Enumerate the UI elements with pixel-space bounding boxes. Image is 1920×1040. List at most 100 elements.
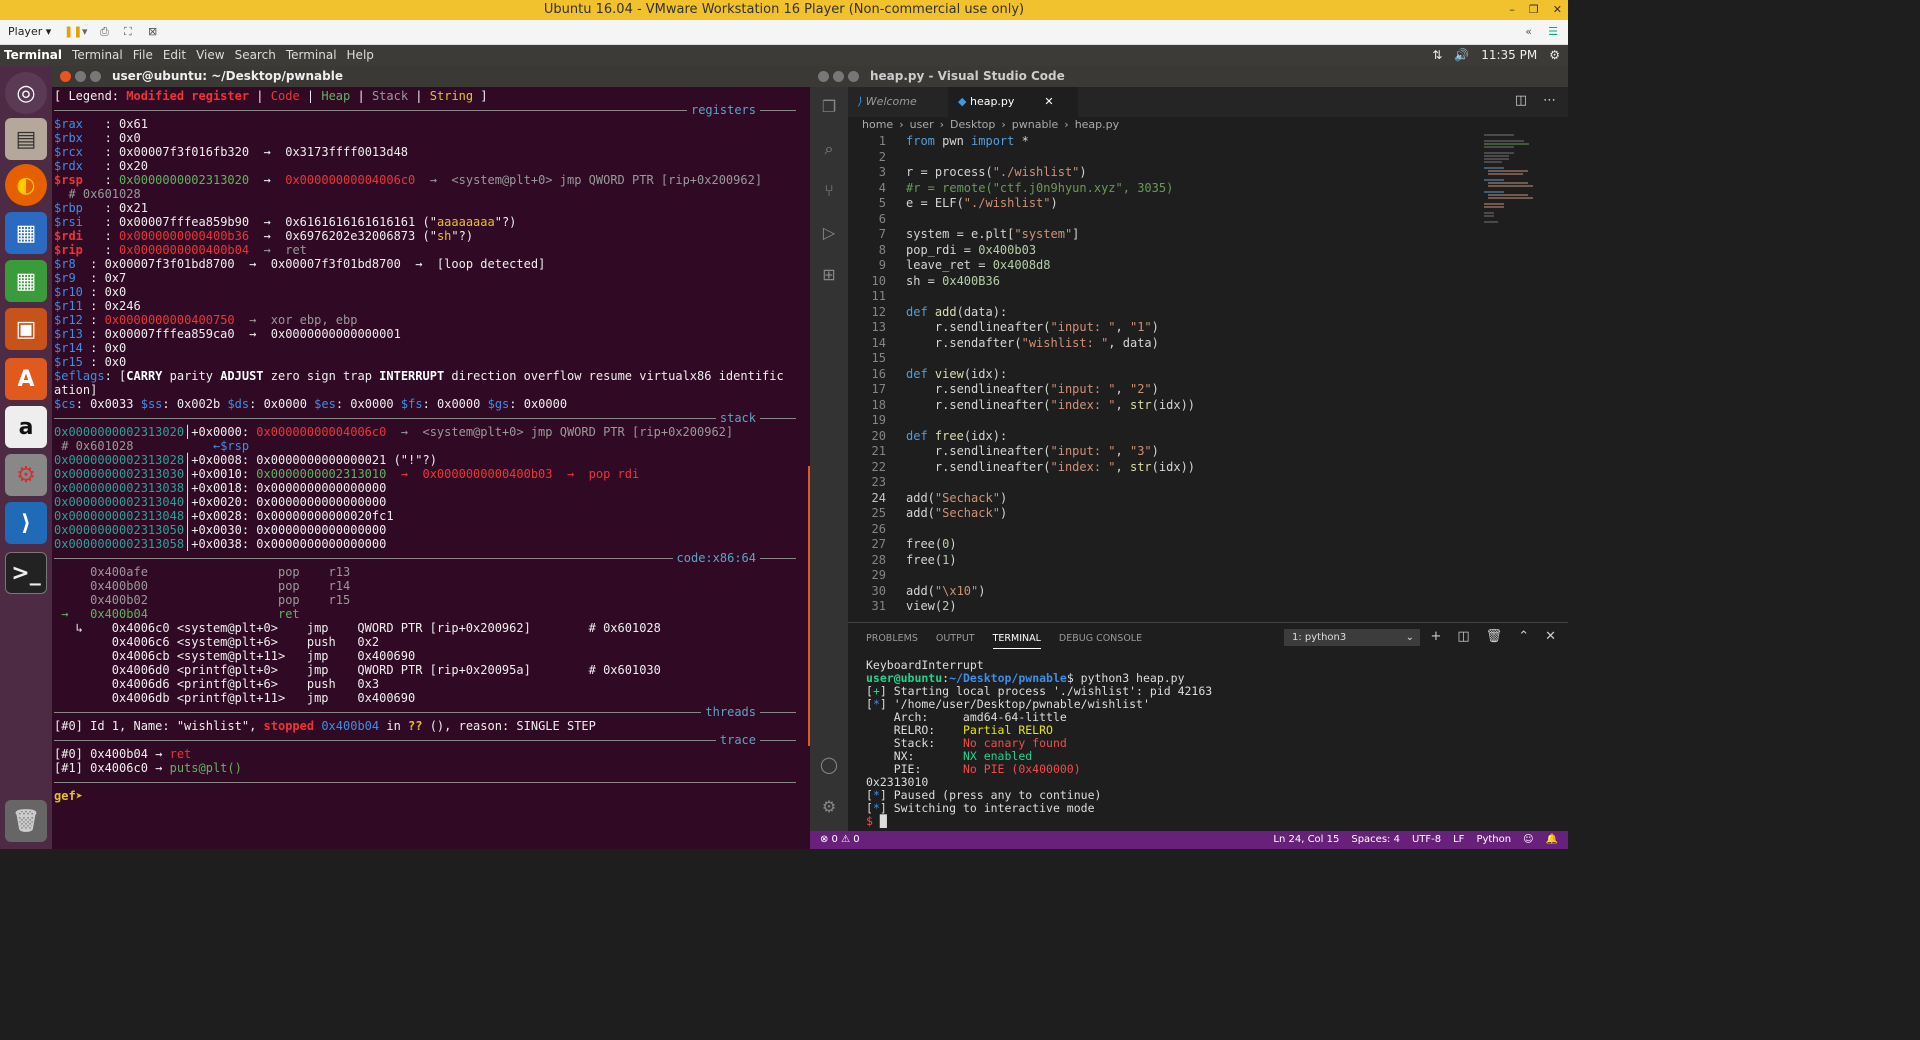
kill-terminal-icon[interactable]: 🗑 xyxy=(1486,629,1503,644)
settings-icon[interactable]: ⚙ xyxy=(5,454,47,496)
close-icon[interactable] xyxy=(818,71,829,82)
indentation-status[interactable]: Spaces: 4 xyxy=(1351,831,1400,849)
maximize-icon[interactable] xyxy=(90,71,101,82)
code-line[interactable]: pop_rdi = 0x400b03 xyxy=(906,243,1036,259)
account-icon[interactable]: ◯ xyxy=(819,755,839,775)
code-line[interactable]: from pwn import * xyxy=(906,134,1029,150)
code-line[interactable]: def view(idx): xyxy=(906,367,1007,383)
maximize-icon[interactable] xyxy=(848,71,859,82)
maximize-panel-icon[interactable]: ⌃ xyxy=(1518,629,1529,644)
split-terminal-icon[interactable]: ◫ xyxy=(1457,629,1469,644)
language-status[interactable]: Python xyxy=(1476,831,1511,849)
run-debug-icon[interactable]: ▷ xyxy=(819,223,839,243)
terminal-icon[interactable]: >_ xyxy=(5,552,47,594)
menu-file[interactable]: File xyxy=(133,45,153,66)
close-icon[interactable] xyxy=(60,71,71,82)
amazon-icon[interactable]: a xyxy=(5,406,47,448)
code-line[interactable]: r.sendlineafter("input: ", "1") xyxy=(906,320,1159,336)
menu-help[interactable]: Help xyxy=(347,45,374,66)
minimize-icon[interactable] xyxy=(833,71,844,82)
minimize-icon[interactable] xyxy=(75,71,86,82)
eol-status[interactable]: LF xyxy=(1453,831,1464,849)
more-actions-icon[interactable]: ⋯ xyxy=(1543,93,1556,108)
files-icon[interactable]: ▤ xyxy=(5,118,47,160)
code-line[interactable]: def add(data): xyxy=(906,305,1007,321)
integrated-terminal[interactable]: KeyboardInterrupt user@ubuntu:~/Desktop/p… xyxy=(866,659,1212,828)
menu-terminal-2[interactable]: Terminal xyxy=(286,45,337,66)
code-line[interactable]: add("Sechack") xyxy=(906,491,1007,507)
code-line[interactable]: free(1) xyxy=(906,553,957,569)
sound-icon[interactable]: 🔊 xyxy=(1454,45,1469,66)
minimap[interactable] xyxy=(1484,134,1554,234)
code-line[interactable]: view(2) xyxy=(906,599,957,615)
tab-welcome[interactable]: ⟩ Welcome xyxy=(848,87,948,117)
source-control-icon[interactable]: ⑂ xyxy=(819,181,839,201)
tab-problems[interactable]: PROBLEMS xyxy=(866,633,918,649)
vscode-icon[interactable]: ⟩ xyxy=(5,502,47,544)
code-line[interactable]: sh = 0x400B36 xyxy=(906,274,1000,290)
gef-prompt[interactable]: gef➤ xyxy=(54,789,83,803)
menu-terminal[interactable]: Terminal xyxy=(72,45,123,66)
writer-icon[interactable]: ▦ xyxy=(5,212,47,254)
code-line[interactable]: #r = remote("ctf.j0n9hyun.xyz", 3035) xyxy=(906,181,1173,197)
send-ctrl-alt-del-icon[interactable]: ⎙ xyxy=(100,25,109,39)
unity-icon[interactable]: ⊠ xyxy=(148,25,157,38)
chevron-down-icon[interactable]: ▾ xyxy=(82,25,88,38)
gear-icon[interactable]: ⚙ xyxy=(1549,45,1560,66)
search-icon[interactable]: ⌕ xyxy=(819,139,839,159)
code-editor[interactable]: 1 from pwn import * 2 3 r = process("./wishl… xyxy=(848,134,1568,622)
code-line[interactable]: def free(idx): xyxy=(906,429,1007,445)
cursor-position[interactable]: Ln 24, Col 15 xyxy=(1273,831,1339,849)
breadcrumb-item[interactable]: Desktop xyxy=(950,118,995,134)
close-panel-icon[interactable]: ✕ xyxy=(1545,629,1556,644)
code-line[interactable]: r.sendafter("wishlist: ", data) xyxy=(906,336,1159,352)
tab-terminal[interactable]: TERMINAL xyxy=(992,633,1041,649)
close-button[interactable]: ✕ xyxy=(1553,0,1562,20)
new-terminal-icon[interactable]: + xyxy=(1430,629,1441,644)
menu-edit[interactable]: Edit xyxy=(163,45,186,66)
tab-output[interactable]: OUTPUT xyxy=(936,633,975,649)
network-icon[interactable]: ⇅ xyxy=(1432,45,1442,66)
code-line[interactable]: add("Sechack") xyxy=(906,506,1007,522)
code-line[interactable]: r.sendlineafter("index: ", str(idx)) xyxy=(906,460,1195,476)
tab-close-button[interactable]: ✕ xyxy=(1044,95,1053,108)
code-line[interactable]: r = process("./wishlist") xyxy=(906,165,1087,181)
code-line[interactable]: e = ELF("./wishlist") xyxy=(906,196,1058,212)
calc-icon[interactable]: ▦ xyxy=(5,260,47,302)
code-line[interactable]: r.sendlineafter("input: ", "3") xyxy=(906,444,1159,460)
pause-icon[interactable]: ❚❚ xyxy=(64,25,82,38)
fullscreen-icon[interactable]: ⛶ xyxy=(124,25,132,39)
ubuntu-logo-icon[interactable]: ◎ xyxy=(5,72,47,114)
feedback-icon[interactable]: ☺ xyxy=(1523,831,1533,849)
player-menu[interactable]: Player ▾ xyxy=(8,25,51,38)
code-line[interactable]: free(0) xyxy=(906,537,957,553)
code-line[interactable]: add("\x10") xyxy=(906,584,986,600)
firefox-icon[interactable]: ◐ xyxy=(5,164,47,206)
code-line[interactable]: system = e.plt["system"] xyxy=(906,227,1079,243)
manage-gear-icon[interactable]: ⚙ xyxy=(819,797,839,817)
breadcrumb-item[interactable]: user xyxy=(910,118,934,134)
menu-search[interactable]: Search xyxy=(235,45,276,66)
breadcrumb-item[interactable]: home xyxy=(862,118,893,134)
maximize-button[interactable]: ❐ xyxy=(1529,0,1539,20)
tab-heap-py[interactable]: ◆ heap.py ✕ xyxy=(948,87,1078,117)
problems-status[interactable]: ⊗ 0 ⚠ 0 xyxy=(820,831,860,849)
impress-icon[interactable]: ▣ xyxy=(5,308,47,350)
menu-view[interactable]: View xyxy=(196,45,224,66)
collapse-icon[interactable]: « xyxy=(1525,25,1532,38)
notifications-icon[interactable]: 🔔 xyxy=(1546,831,1558,849)
code-line[interactable]: r.sendlineafter("index: ", str(idx)) xyxy=(906,398,1195,414)
clock[interactable]: 11:35 PM xyxy=(1481,45,1537,66)
split-editor-icon[interactable]: ◫ xyxy=(1515,93,1527,108)
breadcrumb-item[interactable]: heap.py xyxy=(1075,118,1119,134)
extensions-icon[interactable]: ⊞ xyxy=(819,265,839,285)
breadcrumb-item[interactable]: pwnable xyxy=(1012,118,1059,134)
tab-debug-console[interactable]: DEBUG CONSOLE xyxy=(1059,633,1142,649)
encoding-status[interactable]: UTF-8 xyxy=(1412,831,1441,849)
trash-icon[interactable]: 🗑 xyxy=(5,800,47,842)
library-icon[interactable]: ☰ xyxy=(1548,25,1558,38)
software-center-icon[interactable]: A xyxy=(5,358,47,400)
terminal-select[interactable]: 1: python3 ⌄ xyxy=(1284,629,1420,646)
minimize-button[interactable]: – xyxy=(1509,0,1515,20)
explorer-icon[interactable]: ❐ xyxy=(819,97,839,117)
